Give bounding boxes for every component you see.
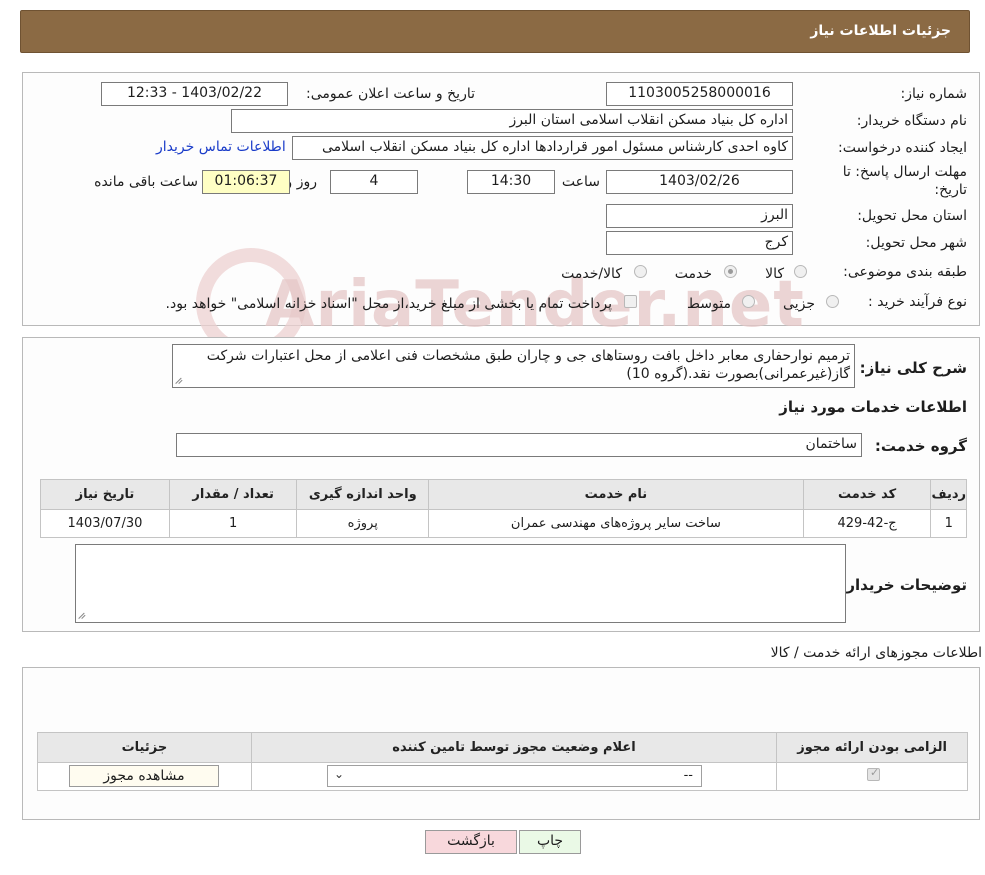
days-label: روز و (285, 174, 318, 190)
category-label: طبقه بندی موضوعی: (843, 264, 967, 280)
table-row: 1 ج-42-429 ساخت سایر پروژه‌های مهندسی عم… (40, 509, 967, 538)
announce-date-label: تاریخ و ساعت اعلان عمومی: (306, 86, 475, 102)
service-need-date: 1403/07/30 (40, 509, 170, 538)
col-permit-required: الزامی بودن ارائه مجوز (776, 732, 968, 763)
deadline-label-date: تاریخ: (934, 182, 967, 198)
permits-title: اطلاعات مجوزهای ارائه خدمت / کالا (770, 645, 982, 661)
col-service-name: نام خدمت (428, 479, 804, 510)
category-service-radio[interactable] (724, 265, 737, 278)
creator-field: کاوه احدی کارشناس مسئول امور قراردادها ا… (292, 136, 793, 160)
services-section-title: اطلاعات خدمات مورد نیاز (779, 398, 967, 416)
deadline-time-label: ساعت (561, 174, 600, 190)
time-remaining-label: ساعت باقی مانده (94, 174, 198, 190)
service-group-label: گروه خدمت: (874, 437, 967, 455)
category-goods-service-label: کالا/خدمت (561, 266, 622, 282)
province-label: استان محل تحویل: (857, 208, 967, 224)
col-quantity: تعداد / مقدار (168, 479, 298, 510)
service-name: ساخت سایر پروژه‌های مهندسی عمران (428, 509, 804, 538)
buyer-org-label: نام دستگاه خریدار: (856, 113, 967, 129)
city-label: شهر محل تحویل: (865, 235, 967, 251)
resize-grip-icon[interactable] (79, 611, 87, 619)
col-permit-status: اعلام وضعیت مجوز توسط تامین کننده (250, 732, 778, 763)
page-title: جزئیات اطلاعات نیاز (810, 23, 951, 39)
permit-status-value: -- (683, 768, 693, 783)
purchase-minor-radio[interactable] (826, 295, 839, 308)
service-unit: پروژه (296, 509, 430, 538)
purchase-type-label: نوع فرآیند خرید : (868, 294, 967, 310)
purchase-medium-radio[interactable] (742, 295, 755, 308)
col-permit-details: جزئیات (37, 732, 252, 763)
treasury-payment-checkbox[interactable] (624, 295, 637, 308)
buyer-org-field: اداره کل بنیاد مسکن انقلاب اسلامی استان … (231, 109, 793, 133)
chevron-down-icon: ⌄ (334, 767, 345, 781)
permits-table-header: الزامی بودن ارائه مجوز اعلام وضعیت مجوز … (37, 732, 968, 763)
province-field: البرز (606, 204, 793, 228)
time-remaining-field: 01:06:37 (202, 170, 290, 194)
category-goods-service-radio[interactable] (634, 265, 647, 278)
service-quantity: 1 (168, 509, 298, 538)
purchase-medium-label: متوسط (687, 296, 731, 312)
treasury-payment-note: پرداخت تمام یا بخشی از مبلغ خرید،از محل … (165, 296, 612, 312)
days-remaining-field: 4 (330, 170, 418, 194)
announce-date-field: 1403/02/22 - 12:33 (101, 82, 288, 106)
summary-textarea[interactable]: ترمیم نوارحفاری معابر داخل بافت روستاهای… (172, 344, 855, 388)
purchase-minor-label: جزیی (783, 296, 815, 312)
view-permit-button[interactable]: مشاهده مجوز (69, 765, 219, 787)
summary-label: شرح کلی نیاز: (859, 359, 967, 377)
service-group-field: ساختمان (176, 433, 862, 457)
col-service-code: کد خدمت (802, 479, 932, 510)
print-button[interactable]: چاپ (519, 830, 581, 854)
deadline-label: مهلت ارسال پاسخ: تا (842, 164, 967, 180)
city-field: کرج (606, 231, 793, 255)
page-header: جزئیات اطلاعات نیاز (20, 10, 970, 53)
deadline-time-field: 14:30 (467, 170, 555, 194)
col-need-date: تاریخ نیاز (40, 479, 170, 510)
services-table-header: ردیف کد خدمت نام خدمت واحد اندازه گیری ت… (40, 479, 967, 510)
services-table: ردیف کد خدمت نام خدمت واحد اندازه گیری ت… (40, 479, 967, 538)
buyer-notes-textarea[interactable] (75, 544, 846, 623)
checkmark-icon: ✓ (870, 766, 880, 779)
category-goods-radio[interactable] (794, 265, 807, 278)
category-service-label: خدمت (674, 266, 712, 282)
service-code: ج-42-429 (802, 509, 932, 538)
row-index: 1 (930, 509, 967, 538)
col-unit: واحد اندازه گیری (296, 479, 430, 510)
permit-status-select[interactable]: -- ⌄ (327, 765, 702, 787)
permit-required-checkbox: ✓ (867, 766, 880, 781)
resize-grip-icon[interactable] (176, 376, 184, 384)
buyer-notes-label: توضیحات خریدار: (840, 576, 967, 594)
deadline-date-field: 1403/02/26 (606, 170, 793, 194)
back-button[interactable]: بازگشت (425, 830, 517, 854)
creator-label: ایجاد کننده درخواست: (838, 140, 967, 156)
need-number-label: شماره نیاز: (900, 86, 968, 102)
buyer-contact-link[interactable]: اطلاعات تماس خریدار (156, 139, 286, 155)
need-number-field: 1103005258000016 (606, 82, 793, 106)
category-goods-label: کالا (765, 266, 784, 282)
col-row: ردیف (930, 479, 967, 510)
